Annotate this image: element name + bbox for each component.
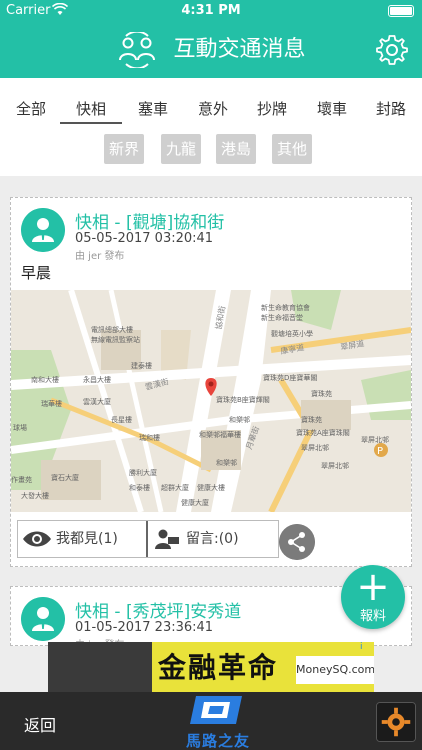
svg-text:新生命教育協會: 新生命教育協會 (261, 303, 310, 312)
post-date: 05-05-2017 03:20:41 (75, 231, 214, 246)
seen-count-label: 我都見(1) (56, 531, 118, 547)
status-bar: Carrier 4:31 PM (0, 0, 422, 22)
svg-text:瑞和樓: 瑞和樓 (139, 433, 160, 442)
svg-text:寶珠苑A座寶珠閣: 寶珠苑A座寶珠閣 (296, 428, 350, 437)
svg-text:勝利大廈: 勝利大廈 (129, 468, 157, 477)
post-actions: 我都見(1) 留言:(0) (17, 520, 279, 558)
traffic-exchange-icon (119, 30, 156, 70)
svg-text:無線電訊監察站: 無線電訊監察站 (91, 335, 140, 344)
bottom-bar: 返回 馬路之友 (0, 692, 422, 750)
region-other[interactable]: 其他 (272, 134, 312, 164)
tab-ticketing[interactable]: 抄牌 (257, 98, 287, 119)
user-avatar-icon (21, 597, 65, 641)
svg-text:長星樓: 長星樓 (111, 415, 132, 424)
map-graphic: P 電訊總部大樓 無線電訊監察站 新生命教育協會 新生命福音堂 觀塘培英小學 寶… (11, 290, 411, 512)
post-body: 早晨 (21, 264, 52, 282)
settings-gear-icon[interactable] (376, 34, 408, 66)
svg-text:翠屏北邨: 翠屏北邨 (321, 462, 349, 470)
svg-text:建泰樓: 建泰樓 (131, 361, 152, 370)
comment-count-label: 留言:(0) (186, 531, 239, 547)
app-logo-text: 馬路之友 (186, 732, 251, 750)
tab-accident[interactable]: 意外 (198, 98, 228, 119)
settings-gear-icon[interactable] (376, 702, 416, 742)
battery-icon (388, 5, 414, 17)
ad-photo (48, 642, 152, 692)
plus-icon: + (356, 564, 390, 610)
svg-text:和樂邨: 和樂邨 (229, 415, 250, 424)
svg-text:瑞華樓: 瑞華樓 (41, 399, 62, 408)
app-header: 互動交通消息 (0, 22, 422, 78)
location-map[interactable]: P 電訊總部大樓 無線電訊監察站 新生命教育協會 新生命福音堂 觀塘培英小學 寶… (11, 290, 411, 512)
report-label: 報料 (359, 609, 386, 624)
post-date: 01-05-2017 23:36:41 (75, 620, 214, 635)
ad-headline: 金融革命 (158, 651, 279, 684)
region-hong-kong-island[interactable]: 港島 (216, 134, 256, 164)
svg-text:翠屏北邨: 翠屏北邨 (361, 436, 389, 444)
user-avatar-icon (21, 208, 65, 252)
svg-text:寶珠苑: 寶珠苑 (301, 415, 322, 424)
region-filter: 新界 九龍 港島 其他 (0, 134, 422, 176)
comment-button[interactable]: 留言:(0) (148, 521, 278, 557)
seen-it-button[interactable]: 我都見(1) (18, 521, 148, 557)
svg-text:新生命福音堂: 新生命福音堂 (261, 313, 303, 322)
tab-road-closure[interactable]: 封路 (376, 98, 406, 119)
share-icon[interactable] (279, 524, 315, 560)
svg-text:電訊總部大樓: 電訊總部大樓 (91, 325, 133, 334)
svg-text:寶珠苑: 寶珠苑 (311, 389, 332, 398)
tab-breakdown[interactable]: 壞車 (317, 98, 347, 119)
region-new-territories[interactable]: 新界 (104, 134, 144, 164)
svg-text:P: P (377, 446, 383, 457)
svg-text:大發大樓: 大發大樓 (21, 491, 49, 500)
svg-text:和泰樓: 和泰樓 (129, 483, 150, 492)
svg-text:觀塘培英小學: 觀塘培英小學 (271, 329, 313, 338)
svg-text:雲漢大廈: 雲漢大廈 (83, 397, 111, 406)
svg-text:健康大樓: 健康大樓 (197, 483, 225, 492)
post-title[interactable]: 快相 - [秀茂坪]安秀道 (75, 597, 241, 622)
svg-text:南和大樓: 南和大樓 (31, 375, 59, 384)
ad-banner[interactable]: 金融革命 MoneySQ.com i (48, 642, 374, 692)
svg-text:超群大廈: 超群大廈 (161, 483, 189, 492)
svg-text:球場: 球場 (13, 423, 27, 432)
report-fab-button[interactable]: + 報料 (341, 565, 405, 629)
svg-text:健康大廈: 健康大廈 (181, 498, 209, 507)
svg-text:寶珠苑D座寶華閣: 寶珠苑D座寶華閣 (263, 373, 317, 382)
svg-text:和樂邨: 和樂邨 (216, 458, 237, 467)
svg-text:寶石大廈: 寶石大廈 (51, 473, 79, 482)
eye-icon (23, 531, 51, 547)
ad-brand: MoneySQ.com (296, 656, 374, 684)
clock: 4:31 PM (181, 3, 241, 18)
post-title[interactable]: 快相 - [觀塘]協和街 (75, 208, 224, 233)
ad-info-icon[interactable]: i (360, 642, 372, 654)
tab-speed-camera[interactable]: 快相 (76, 98, 106, 119)
svg-text:作畫苑: 作畫苑 (11, 475, 32, 484)
page-title: 互動交通消息 (173, 37, 306, 62)
back-button[interactable]: 返回 (24, 712, 56, 736)
region-kowloon[interactable]: 九龍 (161, 134, 201, 164)
post-card[interactable]: 快相 - [觀塘]協和街 05-05-2017 03:20:41 由 jer 發… (10, 197, 412, 567)
svg-text:翠屏北邨: 翠屏北邨 (301, 444, 329, 452)
tab-all[interactable]: 全部 (16, 98, 46, 119)
comment-person-icon (155, 529, 179, 549)
active-tab-indicator (60, 122, 122, 124)
category-tabs: 全部 快相 塞車 意外 抄牌 壞車 封路 (0, 78, 422, 134)
post-author: 由 jer 發布 (75, 251, 125, 262)
tab-traffic-jam[interactable]: 塞車 (138, 98, 168, 119)
svg-text:和樂邨福華樓: 和樂邨福華樓 (199, 430, 241, 439)
svg-text:永昌大樓: 永昌大樓 (83, 375, 111, 384)
svg-text:寶珠苑B座寶輝閣: 寶珠苑B座寶輝閣 (216, 395, 270, 404)
